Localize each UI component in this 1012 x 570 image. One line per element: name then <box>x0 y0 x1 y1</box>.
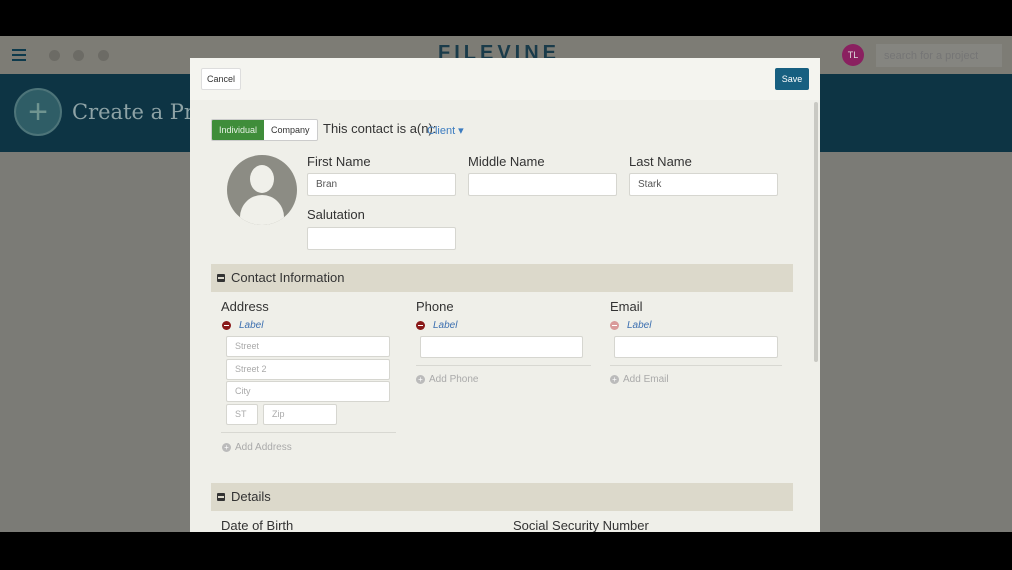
zip-field[interactable]: Zip <box>263 404 337 425</box>
add-phone-button[interactable]: Add Phone <box>416 374 479 385</box>
cancel-button[interactable]: Cancel <box>201 68 241 90</box>
mail-icon[interactable] <box>98 50 109 61</box>
bolt-icon[interactable] <box>49 50 60 61</box>
email-label: Email <box>610 299 643 314</box>
phone-label: Phone <box>416 299 454 314</box>
phone-field[interactable] <box>420 336 583 358</box>
city-field[interactable]: City <box>226 381 390 402</box>
avatar[interactable]: TL <box>842 44 864 66</box>
phone-type-label[interactable]: Label <box>433 320 457 331</box>
contact-is-label: This contact is a(n): <box>323 121 437 136</box>
person-avatar-icon[interactable] <box>227 155 297 225</box>
dob-label: Date of Birth <box>221 518 294 532</box>
salutation-label: Salutation <box>307 207 365 222</box>
last-name-label: Last Name <box>629 154 692 169</box>
middle-name-field[interactable] <box>468 173 617 196</box>
app: FILEVINE TL + Create a Project Cancel Sa… <box>0 36 1012 532</box>
salutation-field[interactable] <box>307 227 456 250</box>
address-type-label[interactable]: Label <box>239 320 263 331</box>
street2-field[interactable]: Street 2 <box>226 359 390 380</box>
role-dropdown[interactable]: Client ▾ <box>427 124 464 137</box>
last-name-field[interactable]: Stark <box>629 173 778 196</box>
list-icon[interactable] <box>73 50 84 61</box>
remove-phone-icon[interactable] <box>416 321 425 330</box>
state-field[interactable]: ST <box>226 404 258 425</box>
menu-icon[interactable] <box>12 49 26 64</box>
save-button[interactable]: Save <box>775 68 809 90</box>
remove-address-icon[interactable] <box>222 321 231 330</box>
divider <box>221 432 396 433</box>
contact-information-section[interactable]: Contact Information <box>211 264 793 292</box>
divider <box>610 365 782 366</box>
email-type-label[interactable]: Label <box>627 320 651 331</box>
middle-name-label: Middle Name <box>468 154 545 169</box>
plus-icon: + <box>14 88 62 136</box>
first-name-field[interactable]: Bran <box>307 173 456 196</box>
remove-email-icon[interactable] <box>610 321 619 330</box>
ssn-label: Social Security Number <box>513 518 649 532</box>
scrollbar[interactable] <box>814 102 818 362</box>
first-name-label: First Name <box>307 154 371 169</box>
search-input[interactable] <box>876 44 1002 67</box>
address-label: Address <box>221 299 269 314</box>
divider <box>416 365 591 366</box>
add-address-button[interactable]: Add Address <box>222 442 292 453</box>
street-field[interactable]: Street <box>226 336 390 357</box>
company-option[interactable]: Company <box>264 120 317 140</box>
details-section[interactable]: Details <box>211 483 793 511</box>
modal-header: Cancel Save <box>190 58 820 100</box>
add-email-button[interactable]: Add Email <box>610 374 669 385</box>
email-field[interactable] <box>614 336 778 358</box>
create-contact-modal: Cancel Save Individual Company This cont… <box>190 58 820 532</box>
individual-option[interactable]: Individual <box>212 120 265 140</box>
contact-type-toggle: Individual Company <box>211 119 318 141</box>
